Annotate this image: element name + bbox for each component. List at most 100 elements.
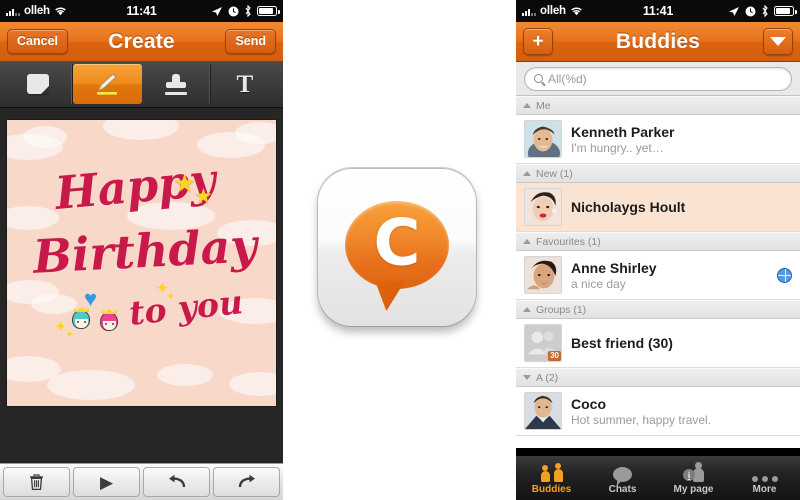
section-header-me[interactable]: Me — [516, 96, 800, 115]
tab-label: Chats — [608, 483, 637, 495]
cancel-button[interactable]: Cancel — [7, 29, 68, 54]
group-count-badge: 30 — [548, 351, 561, 361]
ellipsis-icon — [751, 462, 778, 482]
card-artwork: Happy Birthday to you ★ ★ ✦ ✦ ✦ ✦ ♥ — [7, 120, 276, 406]
section-header-label: Groups (1) — [536, 303, 587, 316]
section-header-groups[interactable]: Groups (1) — [516, 300, 800, 319]
table-row[interactable]: Anne Shirley a nice day — [516, 251, 800, 300]
stamp-tool-button[interactable] — [142, 64, 211, 104]
note-icon — [27, 74, 50, 94]
birthday-card[interactable]: Happy Birthday to you ★ ★ ✦ ✦ ✦ ✦ ♥ — [7, 120, 276, 406]
buddy-status: I'm hungry.. yet… — [571, 140, 664, 155]
pencil-tool-button[interactable] — [73, 64, 142, 104]
send-button[interactable]: Send — [225, 29, 276, 54]
left-phone-screen: olleh 11:41 Cancel Create Send T Happy B… — [0, 0, 283, 500]
avatar-photo — [525, 121, 561, 157]
page-title: Buddies — [615, 29, 701, 53]
avatar-photo — [525, 257, 561, 293]
undo-icon — [168, 474, 185, 488]
group-name: Best friend (30) — [571, 335, 673, 351]
chevron-up-icon — [523, 103, 531, 108]
search-bar: All(%d) — [516, 62, 800, 96]
star-icon: ★ — [194, 185, 213, 208]
chevron-up-icon — [523, 171, 531, 176]
tab-buddies[interactable]: Buddies — [516, 456, 587, 500]
avatar — [524, 392, 562, 430]
section-header-label: Me — [536, 99, 551, 112]
filter-dropdown-button[interactable] — [763, 28, 793, 55]
text-tool-button[interactable]: T — [211, 64, 279, 104]
status-bar-right-group — [211, 5, 280, 17]
delete-button[interactable] — [3, 467, 70, 497]
buddy-name: Kenneth Parker — [571, 123, 675, 140]
tab-more[interactable]: More — [729, 456, 800, 500]
table-row[interactable]: Kenneth Parker I'm hungry.. yet… — [516, 115, 800, 164]
buddy-name: Anne Shirley — [571, 259, 657, 276]
globe-icon[interactable] — [777, 267, 792, 283]
avatar — [524, 120, 562, 158]
add-buddy-button[interactable]: + — [523, 28, 553, 55]
card-canvas-area[interactable]: Happy Birthday to you ★ ★ ✦ ✦ ✦ ✦ ♥ — [0, 108, 283, 463]
table-row[interactable]: Coco Hot summer, happy travel. — [516, 387, 800, 436]
search-icon — [534, 74, 543, 83]
stamp-icon — [164, 73, 188, 95]
status-bar-right-group — [728, 5, 797, 17]
right-phone-screen: olleh 11:41 + Buddies All(%d) Me Kenneth… — [516, 0, 800, 500]
redo-icon — [238, 474, 255, 488]
buddy-list[interactable]: Me Kenneth Parker I'm hungry.. yet… New … — [516, 96, 800, 448]
chaton-app-icon[interactable]: C — [318, 168, 476, 333]
screenshot-stage: olleh 11:41 Cancel Create Send T Happy B… — [0, 0, 800, 500]
row-text: Nicholaygs Hoult — [571, 199, 792, 215]
app-icon-container: C — [318, 168, 481, 336]
section-header-new[interactable]: New (1) — [516, 164, 800, 183]
note-tool-button[interactable] — [4, 64, 74, 104]
section-header-label: Favourites (1) — [536, 235, 601, 248]
table-row[interactable]: Nicholaygs Hoult — [516, 183, 800, 232]
card-line-2: Birthday — [31, 218, 259, 284]
sparkle-icon: ✦ — [166, 291, 176, 303]
buddy-name: Nicholaygs Hoult — [571, 199, 686, 215]
row-text: Best friend (30) — [571, 335, 792, 351]
table-row[interactable]: 30 Best friend (30) — [516, 319, 800, 368]
avatar-photo — [525, 189, 561, 225]
create-navigation-bar: Cancel Create Send — [0, 22, 283, 62]
alarm-clock-icon — [228, 6, 239, 16]
group-avatar: 30 — [524, 324, 562, 362]
avatar-photo — [525, 393, 561, 429]
redo-button[interactable] — [213, 467, 280, 497]
buddy-status: Hot summer, happy travel. — [571, 412, 712, 427]
tab-label: Buddies — [531, 483, 572, 495]
alarm-clock-icon — [745, 6, 756, 16]
section-header-a[interactable]: A (2) — [516, 368, 800, 387]
avatar — [524, 256, 562, 294]
princess-pink-icon — [100, 312, 118, 331]
undo-button[interactable] — [143, 467, 210, 497]
tab-label: My page — [673, 483, 714, 495]
bottom-tab-bar: Buddies Chats i My page More — [516, 455, 800, 500]
tab-my-page[interactable]: i My page — [658, 456, 729, 500]
avatar — [524, 188, 562, 226]
app-icon-letter: C — [373, 206, 421, 281]
location-arrow-icon — [212, 6, 222, 16]
pencil-icon — [97, 73, 118, 95]
chevron-up-icon — [523, 307, 531, 312]
blue-heart-icon: ♥ — [84, 286, 98, 311]
speech-bubble-icon — [613, 462, 632, 486]
section-header-label: New (1) — [536, 167, 573, 180]
tab-label: More — [752, 483, 777, 495]
chevron-up-icon — [523, 239, 531, 244]
status-bar-right: olleh 11:41 — [516, 0, 800, 22]
people-icon — [540, 462, 563, 482]
tab-chats[interactable]: Chats — [587, 456, 658, 500]
buddies-navigation-bar: + Buddies — [516, 22, 800, 62]
speech-bubble-icon: C — [345, 201, 449, 289]
search-placeholder: All(%d) — [548, 71, 587, 86]
battery-icon — [257, 6, 280, 16]
bluetooth-icon — [762, 5, 768, 17]
search-input[interactable]: All(%d) — [524, 66, 792, 91]
sparkle-icon: ✦ — [65, 329, 75, 341]
caret-down-icon — [770, 37, 786, 46]
section-header-favourites[interactable]: Favourites (1) — [516, 232, 800, 251]
card-action-toolbar: ▶ — [0, 463, 283, 500]
play-button[interactable]: ▶ — [73, 467, 140, 497]
